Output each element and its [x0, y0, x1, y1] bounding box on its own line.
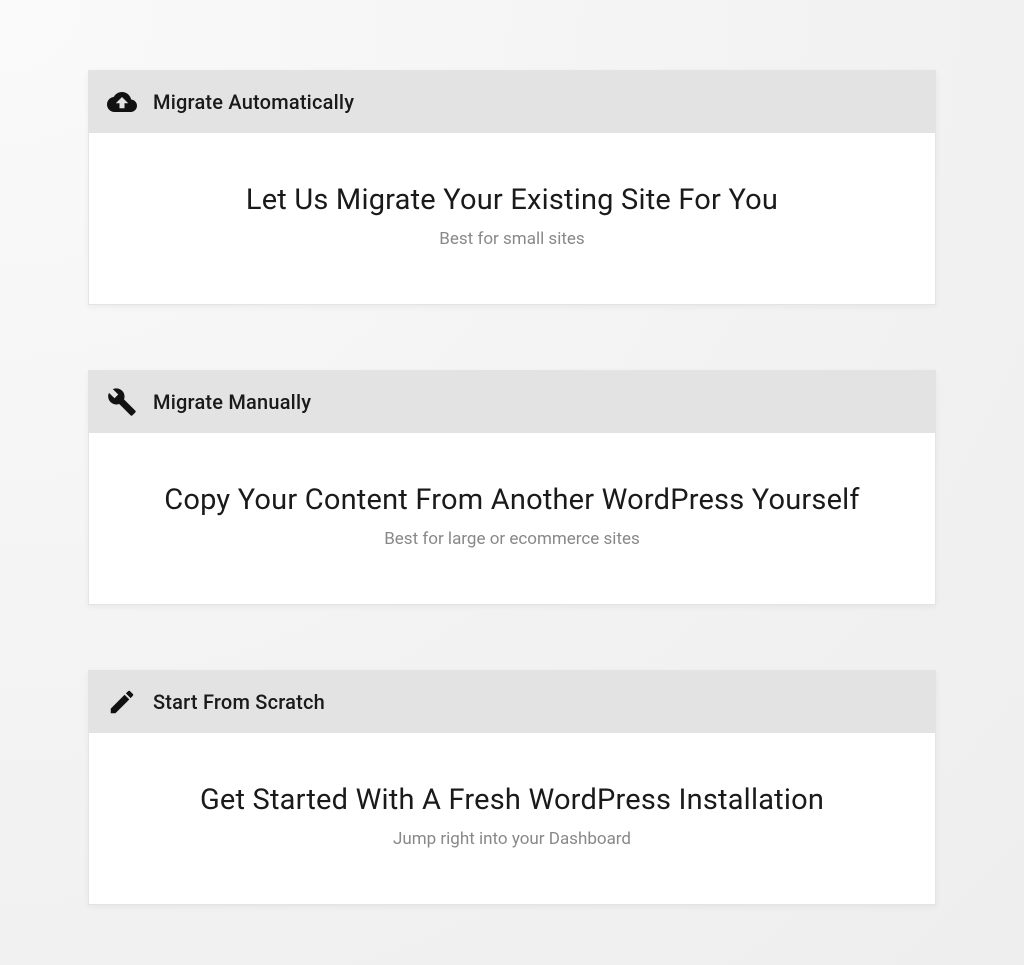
option-start-from-scratch[interactable]: Start From Scratch Get Started With A Fr… [88, 670, 936, 905]
option-body: Copy Your Content From Another WordPress… [89, 433, 935, 604]
option-subtitle: Best for small sites [119, 229, 905, 249]
option-title: Let Us Migrate Your Existing Site For Yo… [119, 183, 905, 217]
option-migrate-manually[interactable]: Migrate Manually Copy Your Content From … [88, 370, 936, 605]
option-body: Let Us Migrate Your Existing Site For Yo… [89, 133, 935, 304]
setup-options-list: Migrate Automatically Let Us Migrate You… [88, 70, 936, 905]
option-header-label: Migrate Manually [153, 390, 311, 414]
cloud-upload-icon [107, 87, 137, 117]
option-header-label: Start From Scratch [153, 690, 325, 714]
option-header: Migrate Manually [89, 371, 935, 433]
option-header-label: Migrate Automatically [153, 90, 354, 114]
option-subtitle: Jump right into your Dashboard [119, 829, 905, 849]
option-body: Get Started With A Fresh WordPress Insta… [89, 733, 935, 904]
option-title: Copy Your Content From Another WordPress… [119, 483, 905, 517]
option-header: Start From Scratch [89, 671, 935, 733]
option-subtitle: Best for large or ecommerce sites [119, 529, 905, 549]
option-migrate-automatically[interactable]: Migrate Automatically Let Us Migrate You… [88, 70, 936, 305]
pencil-icon [107, 687, 137, 717]
option-title: Get Started With A Fresh WordPress Insta… [119, 783, 905, 817]
wrench-icon [107, 387, 137, 417]
option-header: Migrate Automatically [89, 71, 935, 133]
